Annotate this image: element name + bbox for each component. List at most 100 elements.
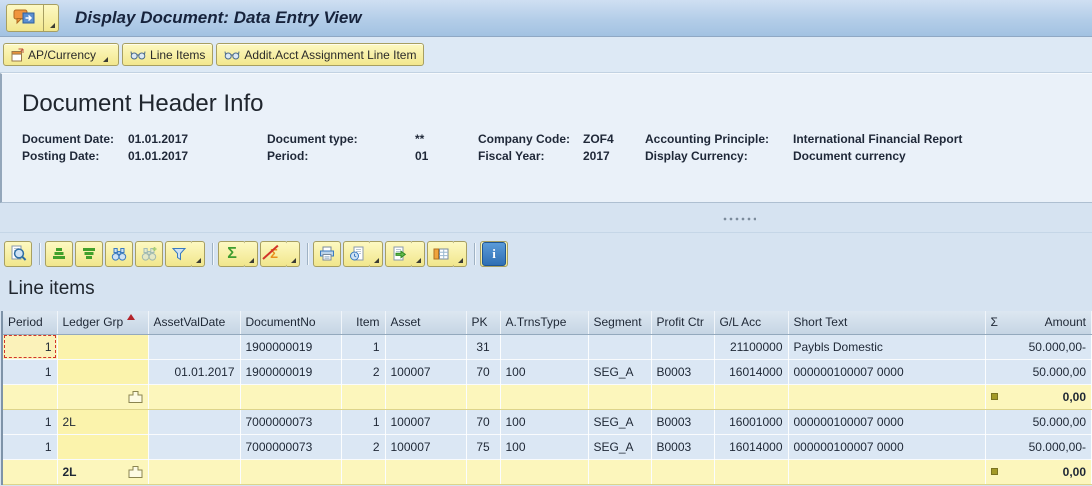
system-menu-dropdown-button[interactable] [44, 4, 59, 32]
cell-gl-acc[interactable]: 21100000 [714, 334, 789, 360]
cell-profit-ctr[interactable]: B0003 [651, 434, 715, 460]
cell-ledger-grp[interactable]: 2L [57, 409, 149, 435]
cell-amount[interactable]: 50.000,00 [985, 409, 1092, 435]
cell-atrnstype[interactable]: 100 [500, 434, 589, 460]
export-dropdown-button[interactable] [412, 240, 425, 267]
cell-pk[interactable]: 70 [466, 409, 501, 435]
cell-empty[interactable] [500, 458, 589, 485]
cell-gl-acc[interactable]: 16001000 [714, 409, 789, 435]
subtotal-dropdown-button[interactable] [287, 240, 300, 267]
print-button[interactable] [313, 240, 341, 267]
cell-empty[interactable] [714, 383, 789, 410]
cell-short-text[interactable]: 000000100007 0000 [788, 434, 986, 460]
cell-ledger-grp[interactable] [57, 359, 149, 385]
drilldown-icon[interactable] [128, 390, 143, 403]
choose-layout-button[interactable] [427, 240, 455, 267]
col-header-asset[interactable]: Asset [385, 311, 467, 335]
cell-empty[interactable] [651, 458, 715, 485]
ap-currency-button[interactable]: AP/Currency [3, 43, 120, 66]
col-header-amount[interactable]: Σ Amount [985, 311, 1092, 335]
cell-documentno[interactable]: 1900000019 [240, 359, 342, 385]
drilldown-icon[interactable] [128, 465, 143, 478]
cell-period-selected[interactable]: 1 [3, 334, 58, 360]
cell-empty[interactable] [240, 458, 342, 485]
cell-empty[interactable] [385, 458, 467, 485]
cell-ledger-grp[interactable] [57, 334, 149, 360]
cell-empty[interactable] [466, 458, 501, 485]
information-button[interactable]: i [480, 240, 508, 267]
cell-period[interactable]: 1 [3, 409, 58, 435]
cell-gl-acc[interactable]: 16014000 [714, 359, 789, 385]
splitter-handle[interactable] [722, 217, 756, 221]
total-dropdown-button[interactable] [245, 240, 258, 267]
cell-asset[interactable]: 100007 [385, 434, 467, 460]
cell-empty[interactable] [148, 383, 241, 410]
cell-asset[interactable] [385, 334, 467, 360]
col-header-short-text[interactable]: Short Text [788, 311, 986, 335]
cell-atrnstype[interactable]: 100 [500, 409, 589, 435]
col-header-period[interactable]: Period [3, 311, 58, 335]
cell-atrnstype[interactable]: 100 [500, 359, 589, 385]
cell-segment[interactable]: SEG_A [588, 434, 652, 460]
total-button[interactable]: Σ [218, 240, 246, 267]
cell-profit-ctr[interactable]: B0003 [651, 359, 715, 385]
cell-assetvaldate[interactable]: 01.01.2017 [148, 359, 241, 385]
col-header-gl-acc[interactable]: G/L Acc [714, 311, 789, 335]
cell-pk[interactable]: 31 [466, 334, 501, 360]
sort-ascending-button[interactable] [45, 240, 73, 267]
print-preview-button[interactable] [343, 240, 371, 267]
cell-pk[interactable]: 75 [466, 434, 501, 460]
addit-acct-assignment-button[interactable]: Addit.Acct Assignment Line Item [216, 43, 425, 66]
cell-documentno[interactable]: 1900000019 [240, 334, 342, 360]
cell-empty[interactable] [788, 458, 986, 485]
cell-item[interactable]: 1 [341, 409, 386, 435]
cell-empty[interactable] [466, 383, 501, 410]
cell-item[interactable]: 2 [341, 359, 386, 385]
cell-empty[interactable] [148, 458, 241, 485]
export-button[interactable] [385, 240, 413, 267]
sort-descending-button[interactable] [75, 240, 103, 267]
col-header-pk[interactable]: PK [466, 311, 501, 335]
cell-amount-subtotal[interactable]: 0,00 [985, 383, 1092, 410]
cell-empty[interactable] [588, 458, 652, 485]
cell-empty[interactable] [500, 383, 589, 410]
cell-amount[interactable]: 50.000,00- [985, 434, 1092, 460]
cell-segment[interactable] [588, 334, 652, 360]
cell-profit-ctr[interactable] [651, 334, 715, 360]
cell-period[interactable] [3, 383, 58, 410]
cell-amount-subtotal[interactable]: 0,00 [985, 458, 1092, 485]
col-header-item[interactable]: Item [341, 311, 386, 335]
cell-empty[interactable] [788, 383, 986, 410]
cell-empty[interactable] [385, 383, 467, 410]
cell-documentno[interactable]: 7000000073 [240, 409, 342, 435]
col-header-profit-ctr[interactable]: Profit Ctr [651, 311, 715, 335]
cell-amount[interactable]: 50.000,00- [985, 334, 1092, 360]
details-button[interactable] [4, 240, 32, 267]
cell-short-text[interactable]: 000000100007 0000 [788, 409, 986, 435]
col-header-documentno[interactable]: DocumentNo [240, 311, 342, 335]
print-preview-dropdown-button[interactable] [370, 240, 383, 267]
cell-asset[interactable]: 100007 [385, 409, 467, 435]
col-header-assetvaldate[interactable]: AssetValDate [148, 311, 241, 335]
system-menu-button[interactable] [6, 4, 44, 32]
ap-currency-dropdown[interactable] [100, 44, 111, 65]
cell-short-text[interactable]: 000000100007 0000 [788, 359, 986, 385]
cell-short-text[interactable]: Paybls Domestic [788, 334, 986, 360]
cell-item[interactable]: 2 [341, 434, 386, 460]
cell-pk[interactable]: 70 [466, 359, 501, 385]
cell-ledger-grp[interactable] [57, 434, 149, 460]
cell-asset[interactable]: 100007 [385, 359, 467, 385]
cell-documentno[interactable]: 7000000073 [240, 434, 342, 460]
find-button[interactable] [105, 240, 133, 267]
cell-gl-acc[interactable]: 16014000 [714, 434, 789, 460]
cell-ledger-grp-subtotal[interactable]: 2L [57, 458, 149, 485]
col-header-segment[interactable]: Segment [588, 311, 652, 335]
cell-period[interactable]: 1 [3, 359, 58, 385]
cell-segment[interactable]: SEG_A [588, 359, 652, 385]
cell-empty[interactable] [341, 383, 386, 410]
cell-assetvaldate[interactable] [148, 434, 241, 460]
choose-layout-dropdown-button[interactable] [454, 240, 467, 267]
cell-segment[interactable]: SEG_A [588, 409, 652, 435]
cell-empty[interactable] [651, 383, 715, 410]
cell-profit-ctr[interactable]: B0003 [651, 409, 715, 435]
